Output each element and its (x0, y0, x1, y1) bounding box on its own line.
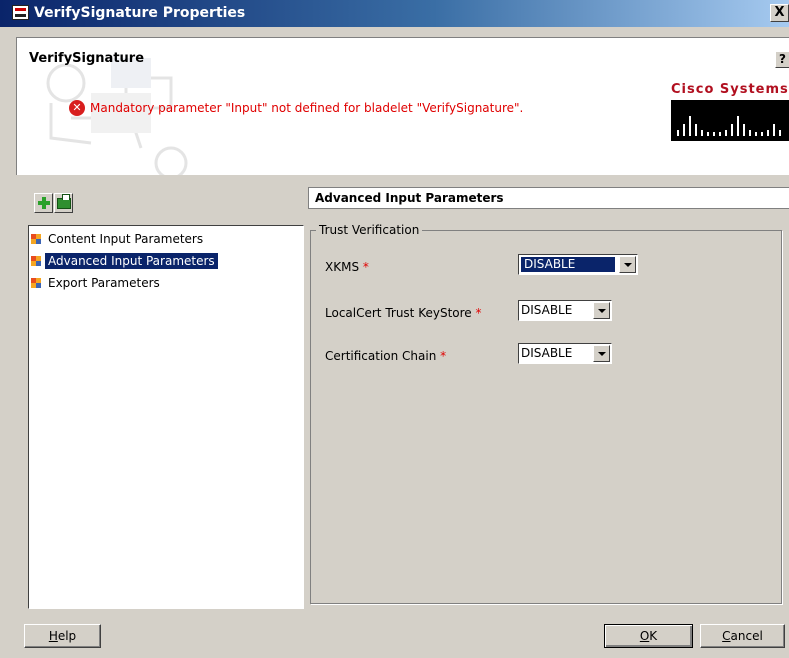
window-title: VerifySignature Properties (34, 5, 246, 21)
cisco-bars-icon (671, 100, 789, 141)
plus-icon (38, 197, 50, 209)
component-name: VerifySignature (29, 51, 145, 66)
parameter-tree[interactable]: Content Input Parameters Advanced Input … (28, 225, 304, 609)
parameter-group-icon (31, 234, 41, 244)
mnemonic: O (639, 629, 650, 643)
mnemonic: H (48, 629, 58, 643)
field-label-text: Certification Chain (325, 349, 437, 363)
required-mark: * (475, 306, 482, 320)
cisco-logo-text: Cisco Systems (671, 82, 789, 97)
localcert-label: LocalCert Trust KeyStore * (325, 306, 482, 320)
localcert-keystore-select[interactable]: DISABLE (518, 300, 612, 321)
cisco-logo: Cisco Systems (671, 82, 789, 142)
tree-item-content-input[interactable]: Content Input Parameters (29, 230, 229, 248)
chevron-down-icon[interactable] (619, 256, 636, 273)
tree-item-export[interactable]: Export Parameters (29, 274, 229, 292)
folder-icon (57, 194, 71, 209)
button-label: elp (57, 629, 77, 643)
certification-chain-select[interactable]: DISABLE (518, 343, 612, 364)
parameter-group-icon (31, 256, 41, 266)
error-icon: ✕ (69, 100, 85, 116)
certification-chain-label: Certification Chain * (325, 349, 446, 363)
add-button[interactable] (34, 193, 53, 213)
group-title: Trust Verification (316, 223, 423, 237)
mnemonic: C (722, 629, 731, 643)
chevron-down-icon[interactable] (593, 302, 610, 319)
trust-verification-group (310, 230, 782, 604)
parameter-group-icon (31, 278, 41, 288)
button-label: ancel (730, 629, 763, 643)
required-mark: * (362, 260, 369, 274)
cancel-button[interactable]: Cancel (700, 624, 785, 648)
title-bar[interactable]: VerifySignature Properties X (0, 0, 789, 27)
properties-dialog: VerifySignature Properties X VerifySigna… (0, 0, 789, 658)
help-button[interactable]: Help (24, 624, 101, 648)
error-message: Mandatory parameter "Input" not defined … (90, 101, 524, 115)
xkms-select[interactable]: DISABLE (518, 254, 638, 275)
open-folder-button[interactable] (54, 193, 73, 213)
ok-button[interactable]: OK (604, 624, 693, 648)
app-icon (12, 5, 29, 20)
tree-item-advanced-input[interactable]: Advanced Input Parameters (29, 252, 249, 270)
button-label: K (649, 629, 658, 643)
required-mark: * (440, 349, 447, 363)
tree-item-label: Export Parameters (48, 276, 160, 290)
select-value: DISABLE (521, 303, 573, 317)
chevron-down-icon[interactable] (593, 345, 610, 362)
field-label-text: LocalCert Trust KeyStore (325, 306, 472, 320)
context-help-button[interactable]: ? (775, 51, 789, 68)
tree-item-label: Advanced Input Parameters (45, 253, 218, 269)
select-value: DISABLE (521, 257, 615, 272)
close-button[interactable]: X (770, 4, 789, 22)
header-panel: VerifySignature ? ✕ Mandatory parameter … (16, 37, 789, 175)
tree-item-label: Content Input Parameters (48, 232, 204, 246)
field-label-text: XKMS (325, 260, 360, 274)
xkms-label: XKMS * (325, 260, 369, 274)
select-value: DISABLE (521, 346, 573, 360)
section-title: Advanced Input Parameters (308, 187, 789, 209)
